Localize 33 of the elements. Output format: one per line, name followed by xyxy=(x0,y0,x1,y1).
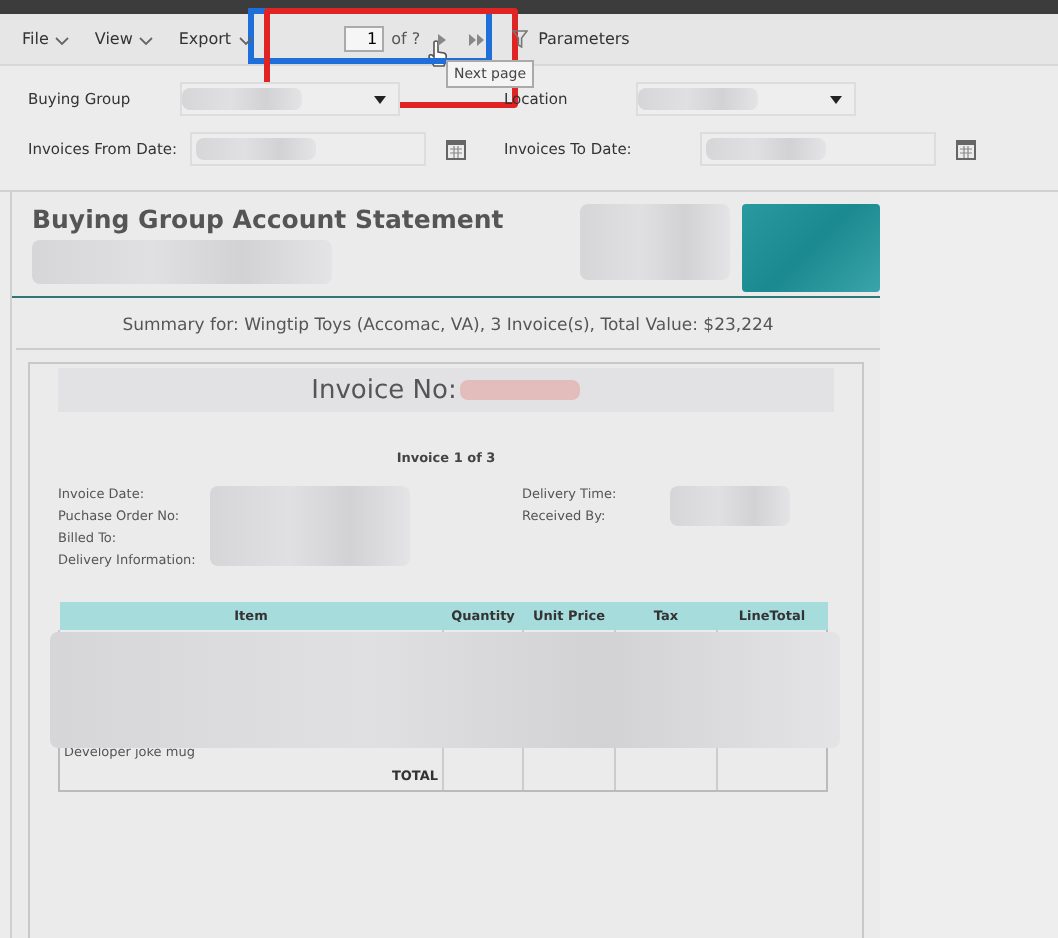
calendar-icon xyxy=(955,139,976,159)
parameters-button[interactable]: Parameters xyxy=(502,26,640,52)
page-count: of ? xyxy=(391,30,421,48)
last-page-icon xyxy=(468,31,487,47)
chevron-icon xyxy=(54,33,71,45)
report-title: Buying Group Account Statement xyxy=(32,204,506,234)
blurred-area xyxy=(705,138,826,160)
calendar-icon xyxy=(445,139,466,159)
next-icon xyxy=(436,31,449,47)
dropdown-arrow-icon xyxy=(374,95,386,103)
chevron-icon xyxy=(237,33,254,45)
blurred-logo xyxy=(741,204,880,292)
hand-cursor-icon xyxy=(428,40,448,68)
date-field[interactable] xyxy=(189,132,426,166)
filter-icon xyxy=(512,30,529,48)
summary-text: Summary for: Wingtip Toys (Accomac, VA), 3 Invoice(s), Total Value: $23,224 xyxy=(16,298,880,350)
menu-button[interactable]: View xyxy=(84,26,165,52)
menu-button[interactable]: Export xyxy=(168,26,264,52)
invoice-number-label: Invoice No: xyxy=(311,375,457,405)
date-field[interactable] xyxy=(699,132,936,166)
chevron-icon xyxy=(138,33,155,45)
menu-button[interactable]: File xyxy=(12,26,81,52)
blurred-area xyxy=(637,88,758,110)
blurred-area xyxy=(195,138,316,160)
blurred-area xyxy=(670,486,790,526)
dropdown-field[interactable] xyxy=(635,82,856,116)
blurred-area xyxy=(182,88,302,110)
dropdown-field[interactable] xyxy=(180,82,400,116)
dropdown-arrow-icon xyxy=(829,95,842,103)
calendar-button[interactable] xyxy=(445,139,466,159)
page-number-field[interactable]: 1 xyxy=(343,26,384,52)
blurred-area xyxy=(460,380,581,400)
calendar-button[interactable] xyxy=(955,139,976,159)
